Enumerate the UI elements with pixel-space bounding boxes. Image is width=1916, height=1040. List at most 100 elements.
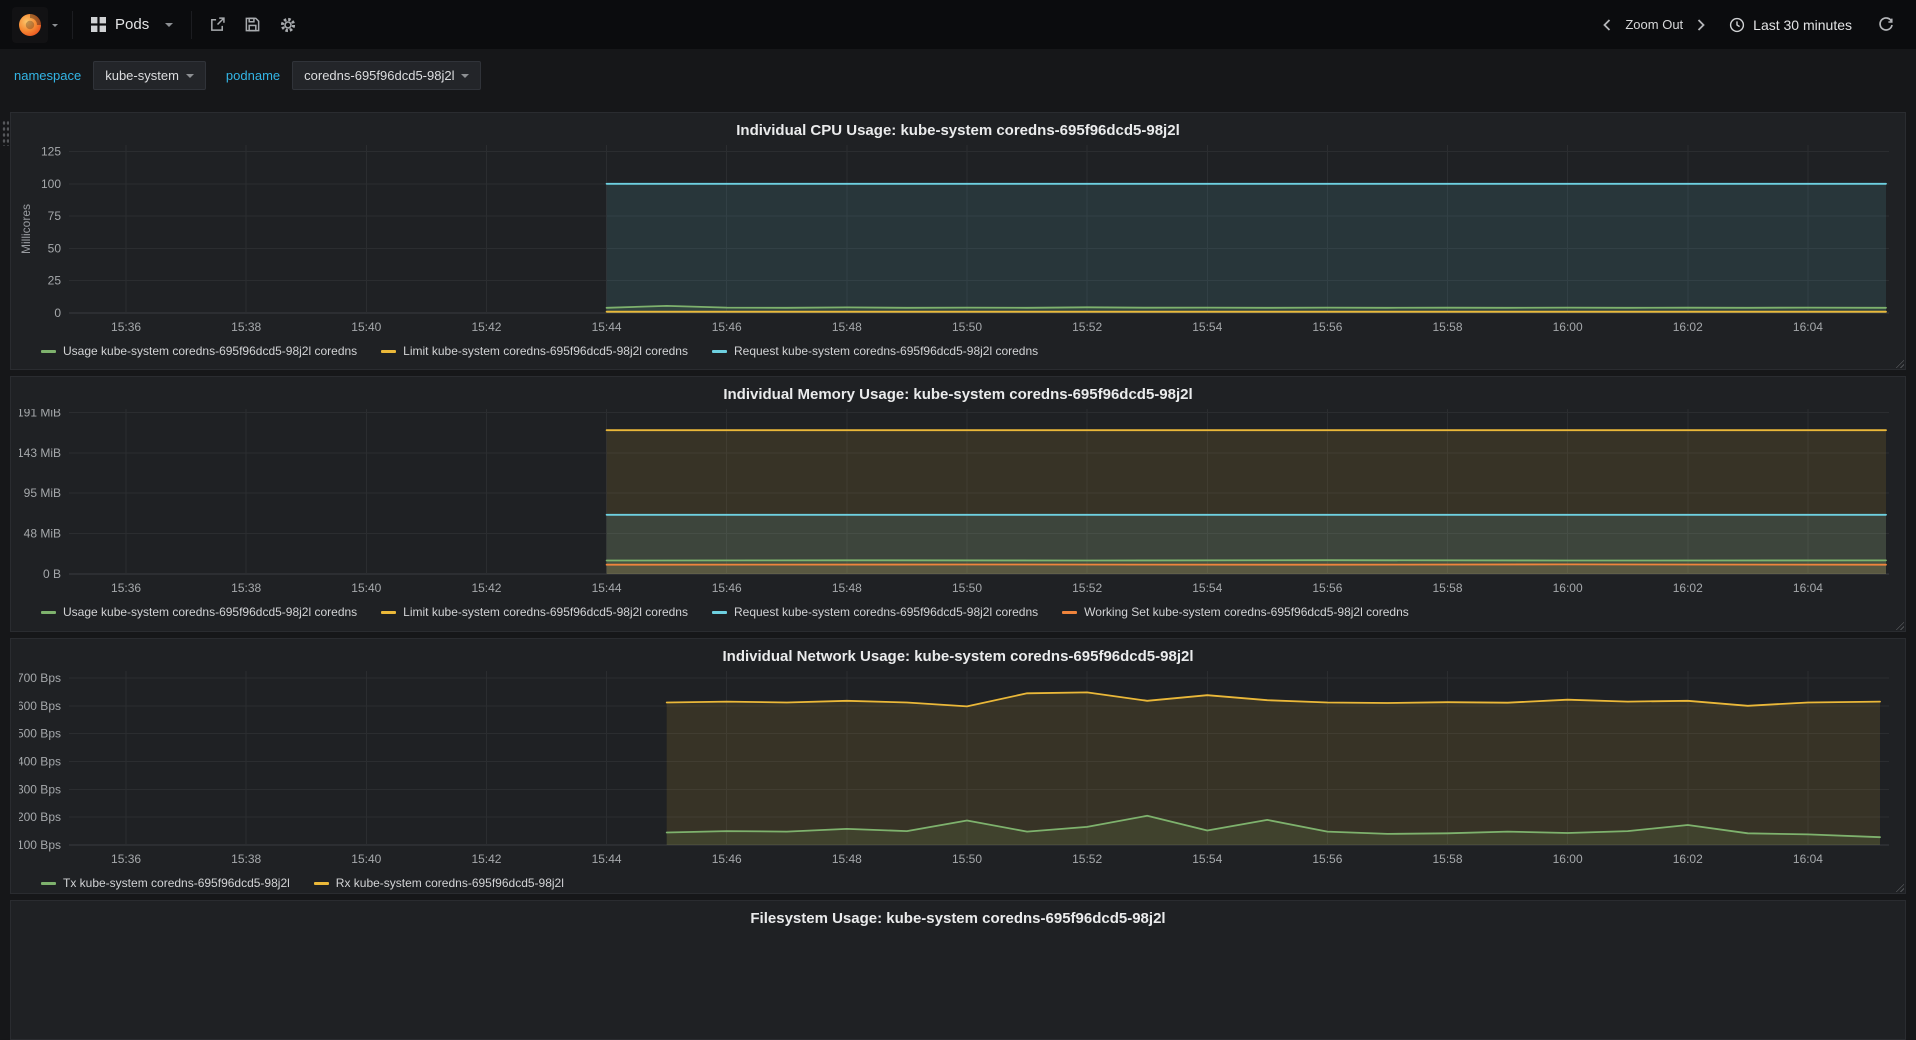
x-tick-label: 16:00 xyxy=(1553,852,1583,866)
series-fill xyxy=(607,184,1886,313)
panel-title[interactable]: Individual Memory Usage: kube-system cor… xyxy=(19,383,1897,409)
legend-series-name: Usage kube-system coredns-695f96dcd5-98j… xyxy=(63,605,357,619)
x-tick-label: 15:46 xyxy=(712,852,742,866)
x-tick-label: 16:02 xyxy=(1673,320,1703,334)
x-tick-label: 15:36 xyxy=(111,581,141,595)
y-tick-label: 143 MiB xyxy=(19,446,61,460)
legend-series-name: Request kube-system coredns-695f96dcd5-9… xyxy=(734,344,1038,358)
legend-swatch-icon xyxy=(381,350,396,353)
y-tick-label: 200 Bps xyxy=(19,810,61,824)
legend-series-name: Limit kube-system coredns-695f96dcd5-98j… xyxy=(403,605,688,619)
dashboard-body: Individual CPU Usage: kube-system coredn… xyxy=(0,98,1916,1040)
y-tick-label: 100 Bps xyxy=(19,838,61,852)
legend-item[interactable]: Limit kube-system coredns-695f96dcd5-98j… xyxy=(381,344,688,358)
legend-swatch-icon xyxy=(712,611,727,614)
grafana-logo-button[interactable] xyxy=(8,3,64,47)
network-usage-chart[interactable]: 100 Bps200 Bps300 Bps400 Bps500 Bps600 B… xyxy=(19,671,1897,873)
variable-selected-podname: coredns-695f96dcd5-98j2l xyxy=(304,68,454,83)
legend-series-name: Request kube-system coredns-695f96dcd5-9… xyxy=(734,605,1038,619)
x-tick-label: 16:04 xyxy=(1793,320,1823,334)
x-tick-label: 15:44 xyxy=(592,581,622,595)
x-tick-label: 15:42 xyxy=(471,852,501,866)
chevron-down-icon xyxy=(165,23,173,31)
chevron-down-icon xyxy=(52,24,58,30)
x-tick-label: 15:40 xyxy=(351,320,381,334)
memory-usage-chart[interactable]: 0 B48 MiB95 MiB143 MiB191 MiB15:3615:381… xyxy=(19,409,1897,602)
series-fill xyxy=(607,564,1886,574)
y-tick-label: 125 xyxy=(41,145,61,158)
x-tick-label: 15:38 xyxy=(231,581,261,595)
legend-swatch-icon xyxy=(1062,611,1077,614)
x-tick-label: 16:04 xyxy=(1793,852,1823,866)
series-fill xyxy=(667,692,1880,845)
x-tick-label: 15:58 xyxy=(1432,852,1462,866)
legend-item[interactable]: Tx kube-system coredns-695f96dcd5-98j2l xyxy=(41,876,290,890)
time-picker-button[interactable]: Last 30 minutes xyxy=(1717,13,1864,37)
y-axis-label: Millicores xyxy=(19,204,33,254)
x-tick-label: 15:36 xyxy=(111,320,141,334)
x-tick-label: 15:54 xyxy=(1192,320,1222,334)
share-button[interactable] xyxy=(200,10,235,39)
variable-label-namespace: namespace xyxy=(14,68,81,83)
x-tick-label: 15:42 xyxy=(471,320,501,334)
y-tick-label: 75 xyxy=(48,209,62,223)
zoom-out-button[interactable]: Zoom Out xyxy=(1623,15,1685,34)
legend-series-name: Tx kube-system coredns-695f96dcd5-98j2l xyxy=(63,876,290,890)
grid-icon xyxy=(91,17,106,32)
x-tick-label: 15:56 xyxy=(1312,581,1342,595)
legend-swatch-icon xyxy=(41,611,56,614)
chevron-down-icon xyxy=(461,74,469,82)
chevron-down-icon xyxy=(186,74,194,82)
save-button[interactable] xyxy=(235,10,270,39)
refresh-button[interactable] xyxy=(1868,13,1900,37)
time-shift-back-button[interactable] xyxy=(1595,14,1619,36)
x-tick-label: 15:38 xyxy=(231,852,261,866)
x-tick-label: 15:38 xyxy=(231,320,261,334)
time-range-label: Last 30 minutes xyxy=(1753,17,1852,33)
variable-value-namespace[interactable]: kube-system xyxy=(93,61,206,90)
legend-swatch-icon xyxy=(381,611,396,614)
panel-title[interactable]: Individual CPU Usage: kube-system coredn… xyxy=(19,119,1897,145)
legend-series-name: Working Set kube-system coredns-695f96dc… xyxy=(1084,605,1409,619)
panel-title[interactable]: Filesystem Usage: kube-system coredns-69… xyxy=(19,907,1897,933)
legend-item[interactable]: Request kube-system coredns-695f96dcd5-9… xyxy=(712,344,1038,358)
legend-series-name: Rx kube-system coredns-695f96dcd5-98j2l xyxy=(336,876,564,890)
y-tick-label: 400 Bps xyxy=(19,754,61,768)
share-icon xyxy=(209,16,226,33)
floppy-icon xyxy=(244,16,261,33)
x-tick-label: 15:56 xyxy=(1312,852,1342,866)
cpu-chart-legend: Usage kube-system coredns-695f96dcd5-98j… xyxy=(19,341,1897,364)
x-tick-label: 15:54 xyxy=(1192,852,1222,866)
x-tick-label: 15:44 xyxy=(592,320,622,334)
panel-title[interactable]: Individual Network Usage: kube-system co… xyxy=(19,645,1897,671)
legend-item[interactable]: Rx kube-system coredns-695f96dcd5-98j2l xyxy=(314,876,564,890)
legend-item[interactable]: Working Set kube-system coredns-695f96dc… xyxy=(1062,605,1409,619)
legend-item[interactable]: Limit kube-system coredns-695f96dcd5-98j… xyxy=(381,605,688,619)
legend-swatch-icon xyxy=(314,882,329,885)
x-tick-label: 15:56 xyxy=(1312,320,1342,334)
navbar-divider xyxy=(72,11,73,39)
y-tick-label: 25 xyxy=(48,274,62,288)
x-tick-label: 15:46 xyxy=(712,581,742,595)
settings-button[interactable] xyxy=(270,10,306,40)
x-tick-label: 15:52 xyxy=(1072,581,1102,595)
x-tick-label: 15:48 xyxy=(832,852,862,866)
dashboard-picker-button[interactable]: Pods xyxy=(81,10,183,39)
legend-item[interactable]: Usage kube-system coredns-695f96dcd5-98j… xyxy=(41,344,357,358)
dashboard-title: Pods xyxy=(115,16,149,33)
row-drag-handle[interactable] xyxy=(2,120,9,146)
x-tick-label: 15:50 xyxy=(952,581,982,595)
legend-series-name: Limit kube-system coredns-695f96dcd5-98j… xyxy=(403,344,688,358)
y-tick-label: 0 xyxy=(54,306,61,320)
legend-item[interactable]: Request kube-system coredns-695f96dcd5-9… xyxy=(712,605,1038,619)
y-tick-label: 500 Bps xyxy=(19,727,61,741)
legend-swatch-icon xyxy=(712,350,727,353)
legend-item[interactable]: Usage kube-system coredns-695f96dcd5-98j… xyxy=(41,605,357,619)
network-chart-legend: Tx kube-system coredns-695f96dcd5-98j2l R… xyxy=(19,873,1897,896)
x-tick-label: 16:02 xyxy=(1673,581,1703,595)
variable-value-podname[interactable]: coredns-695f96dcd5-98j2l xyxy=(292,61,481,90)
time-shift-forward-button[interactable] xyxy=(1689,14,1713,36)
variable-label-podname: podname xyxy=(226,68,280,83)
y-tick-label: 50 xyxy=(48,241,62,255)
cpu-usage-chart[interactable]: 025507510012515:3615:3815:4015:4215:4415… xyxy=(19,145,1897,341)
